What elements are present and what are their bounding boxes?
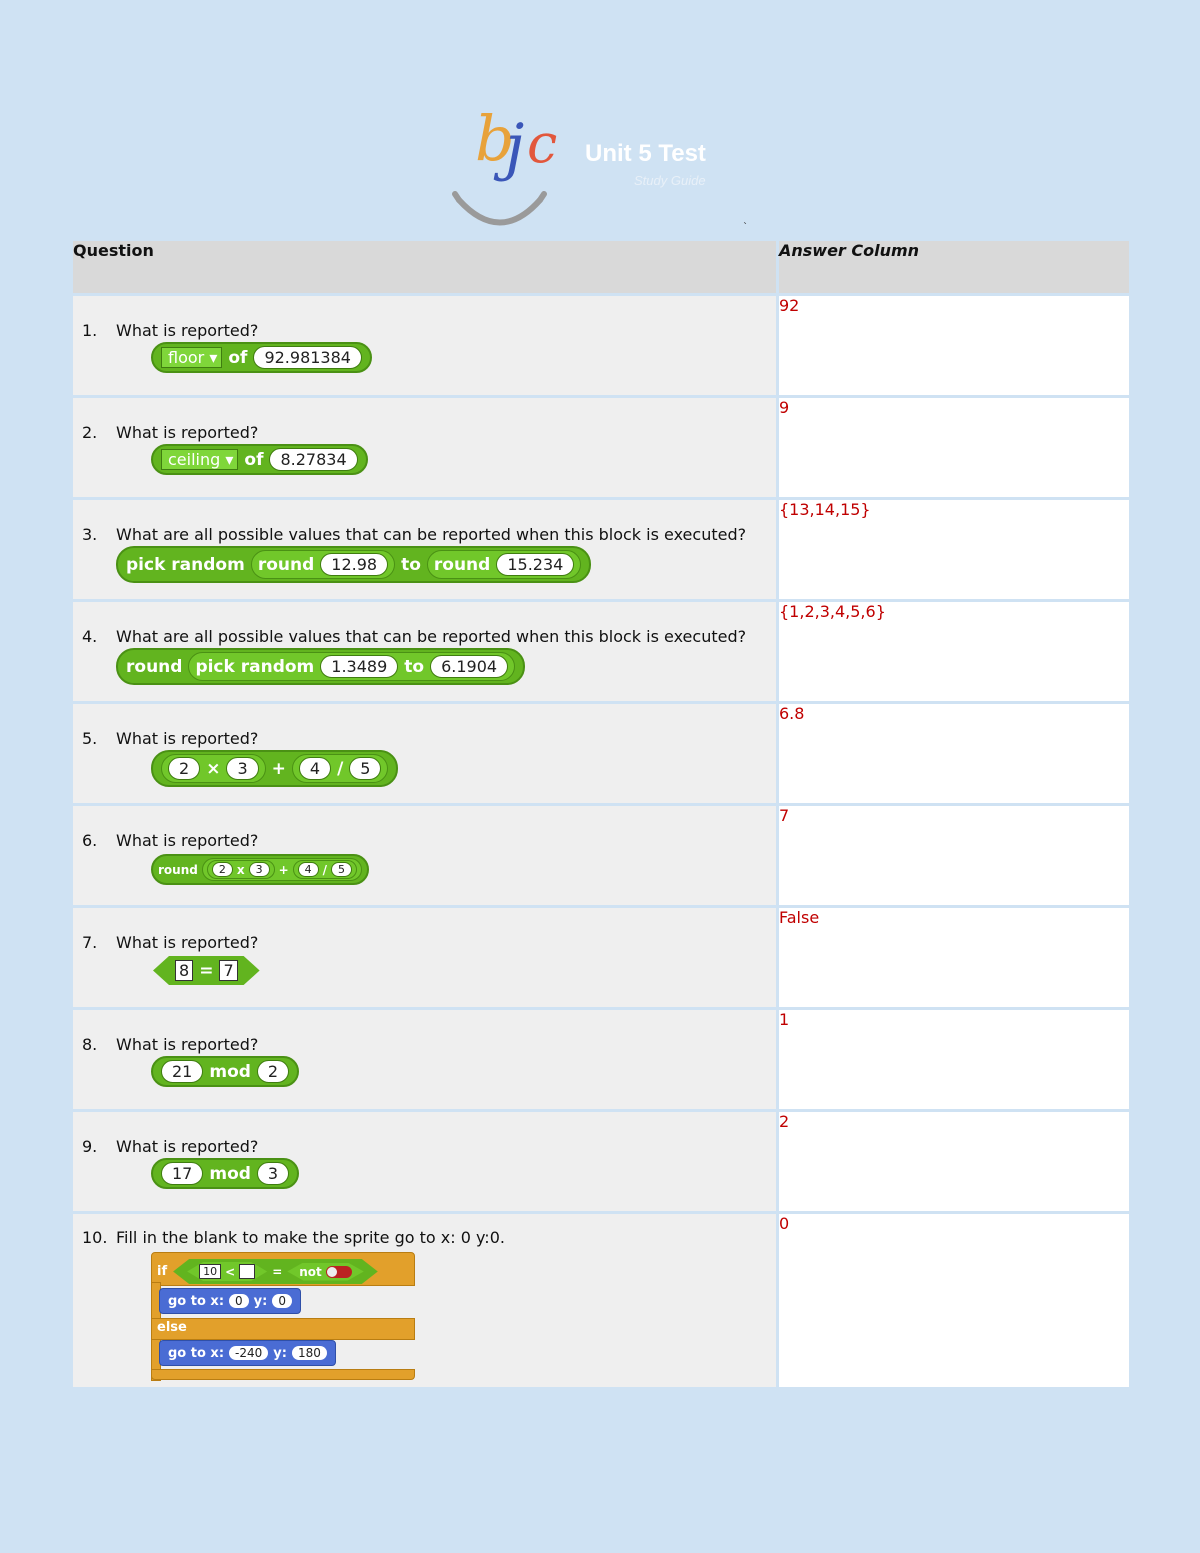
- question-cell: 1. What is reported? floor ▾ of 92.981384: [73, 296, 779, 398]
- round-block: round pick random 1.3489 to 6.1904: [116, 648, 526, 685]
- answer-cell: 9: [779, 398, 1129, 500]
- page-header: b j c Unit 5 Test Study Guide `: [0, 0, 1200, 240]
- table-row: 5. What is reported? 2 × 3 + 4/5 6.8: [73, 704, 1129, 806]
- answer-cell: 0: [779, 1214, 1129, 1390]
- mod-block: 21 mod 2: [151, 1056, 300, 1087]
- mod-block: 17 mod 3: [151, 1158, 300, 1189]
- question-number: 9.: [82, 1137, 98, 1156]
- answer-column-header: Answer Column: [779, 241, 1129, 296]
- question-cell: 8. What is reported? 21 mod 2: [73, 1010, 779, 1112]
- answer-cell: 1: [779, 1010, 1129, 1112]
- question-number: 3.: [82, 525, 98, 544]
- answer-cell: 92: [779, 296, 1129, 398]
- table-row: 6. What is reported? round 2x3 + 4/5 7: [73, 806, 1129, 908]
- question-cell: 2. What is reported? ceiling ▾ of 8.27834: [73, 398, 779, 500]
- question-cell: 9. What is reported? 17 mod 3: [73, 1112, 779, 1214]
- table-row: 4. What are all possible values that can…: [73, 602, 1129, 704]
- question-number: 4.: [82, 627, 98, 646]
- question-cell: 10. Fill in the blank to make the sprite…: [73, 1214, 779, 1390]
- question-text: What is reported?: [116, 1035, 259, 1054]
- question-text: What is reported?: [116, 831, 259, 850]
- question-text: What is reported?: [116, 423, 259, 442]
- answer-cell: 7: [779, 806, 1129, 908]
- answer-cell: False: [779, 908, 1129, 1010]
- question-number: 6.: [82, 831, 98, 850]
- answer-cell: {1,2,3,4,5,6}: [779, 602, 1129, 704]
- of-label: of: [228, 347, 248, 368]
- svg-text:c: c: [527, 112, 557, 175]
- table-row: 3. What are all possible values that can…: [73, 500, 1129, 602]
- question-number: 5.: [82, 729, 98, 748]
- question-number: 8.: [82, 1035, 98, 1054]
- table-row: 2. What is reported? ceiling ▾ of 8.27834 …: [73, 398, 1129, 500]
- answer-cell: {13,14,15}: [779, 500, 1129, 602]
- question-number: 1.: [82, 321, 98, 340]
- equals-block: 8 = 7: [153, 956, 260, 985]
- question-cell: 5. What is reported? 2 × 3 + 4/5: [73, 704, 779, 806]
- question-cell: 3. What are all possible values that can…: [73, 500, 779, 602]
- if-else-block: if 10 < = not go to x: 0 y: 0 else go to x: -…: [151, 1252, 415, 1381]
- function-dropdown: ceiling ▾: [161, 449, 239, 470]
- question-number: 7.: [82, 933, 98, 952]
- pick-random-block: pick random round 12.98 to round 15.234: [116, 546, 592, 583]
- questions-table: Question Answer Column 1. What is report…: [73, 241, 1129, 1390]
- ceiling-block: ceiling ▾ of 8.27834: [151, 444, 368, 475]
- question-text: Fill in the blank to make the sprite go …: [116, 1228, 505, 1247]
- answer-cell: 6.8: [779, 704, 1129, 806]
- table-header-row: Question Answer Column: [73, 241, 1129, 296]
- toggle-icon: [326, 1266, 352, 1278]
- number-input: 92.981384: [253, 346, 362, 369]
- question-text: What is reported?: [116, 1137, 259, 1156]
- else-label: else: [157, 1320, 187, 1335]
- page-title: Unit 5 Test: [585, 140, 706, 167]
- bjc-logo: b j c: [452, 102, 557, 226]
- question-number: 10.: [82, 1228, 108, 1247]
- question-column-header: Question: [73, 241, 779, 296]
- question-cell: 4. What are all possible values that can…: [73, 602, 779, 704]
- question-cell: 7. What is reported? 8 = 7: [73, 908, 779, 1010]
- of-label: of: [244, 449, 264, 470]
- answer-cell: 2: [779, 1112, 1129, 1214]
- question-text: What is reported?: [116, 321, 259, 340]
- table-row: 10. Fill in the blank to make the sprite…: [73, 1214, 1129, 1390]
- question-text: What are all possible values that can be…: [116, 627, 747, 646]
- go-to-block: go to x: -240 y: 180: [159, 1340, 336, 1366]
- table-row: 9. What is reported? 17 mod 3 2: [73, 1112, 1129, 1214]
- question-cell: 6. What is reported? round 2x3 + 4/5: [73, 806, 779, 908]
- stray-mark: `: [743, 222, 748, 233]
- page-subtitle: Study Guide: [634, 173, 706, 188]
- question-text: What is reported?: [116, 729, 259, 748]
- question-number: 2.: [82, 423, 98, 442]
- if-condition: if 10 < = not: [157, 1259, 378, 1284]
- function-dropdown: floor ▾: [161, 347, 223, 368]
- question-text: What are all possible values that can be…: [116, 525, 747, 544]
- table-row: 8. What is reported? 21 mod 2 1: [73, 1010, 1129, 1112]
- arithmetic-block: 2 × 3 + 4/5: [151, 750, 399, 787]
- table-row: 7. What is reported? 8 = 7 False: [73, 908, 1129, 1010]
- question-text: What is reported?: [116, 933, 259, 952]
- round-arithmetic-block: round 2x3 + 4/5: [151, 854, 370, 885]
- table-row: 1. What is reported? floor ▾ of 92.981384 …: [73, 296, 1129, 398]
- go-to-block: go to x: 0 y: 0: [159, 1288, 301, 1314]
- floor-block: floor ▾ of 92.981384: [151, 342, 372, 373]
- number-input: 8.27834: [269, 448, 358, 471]
